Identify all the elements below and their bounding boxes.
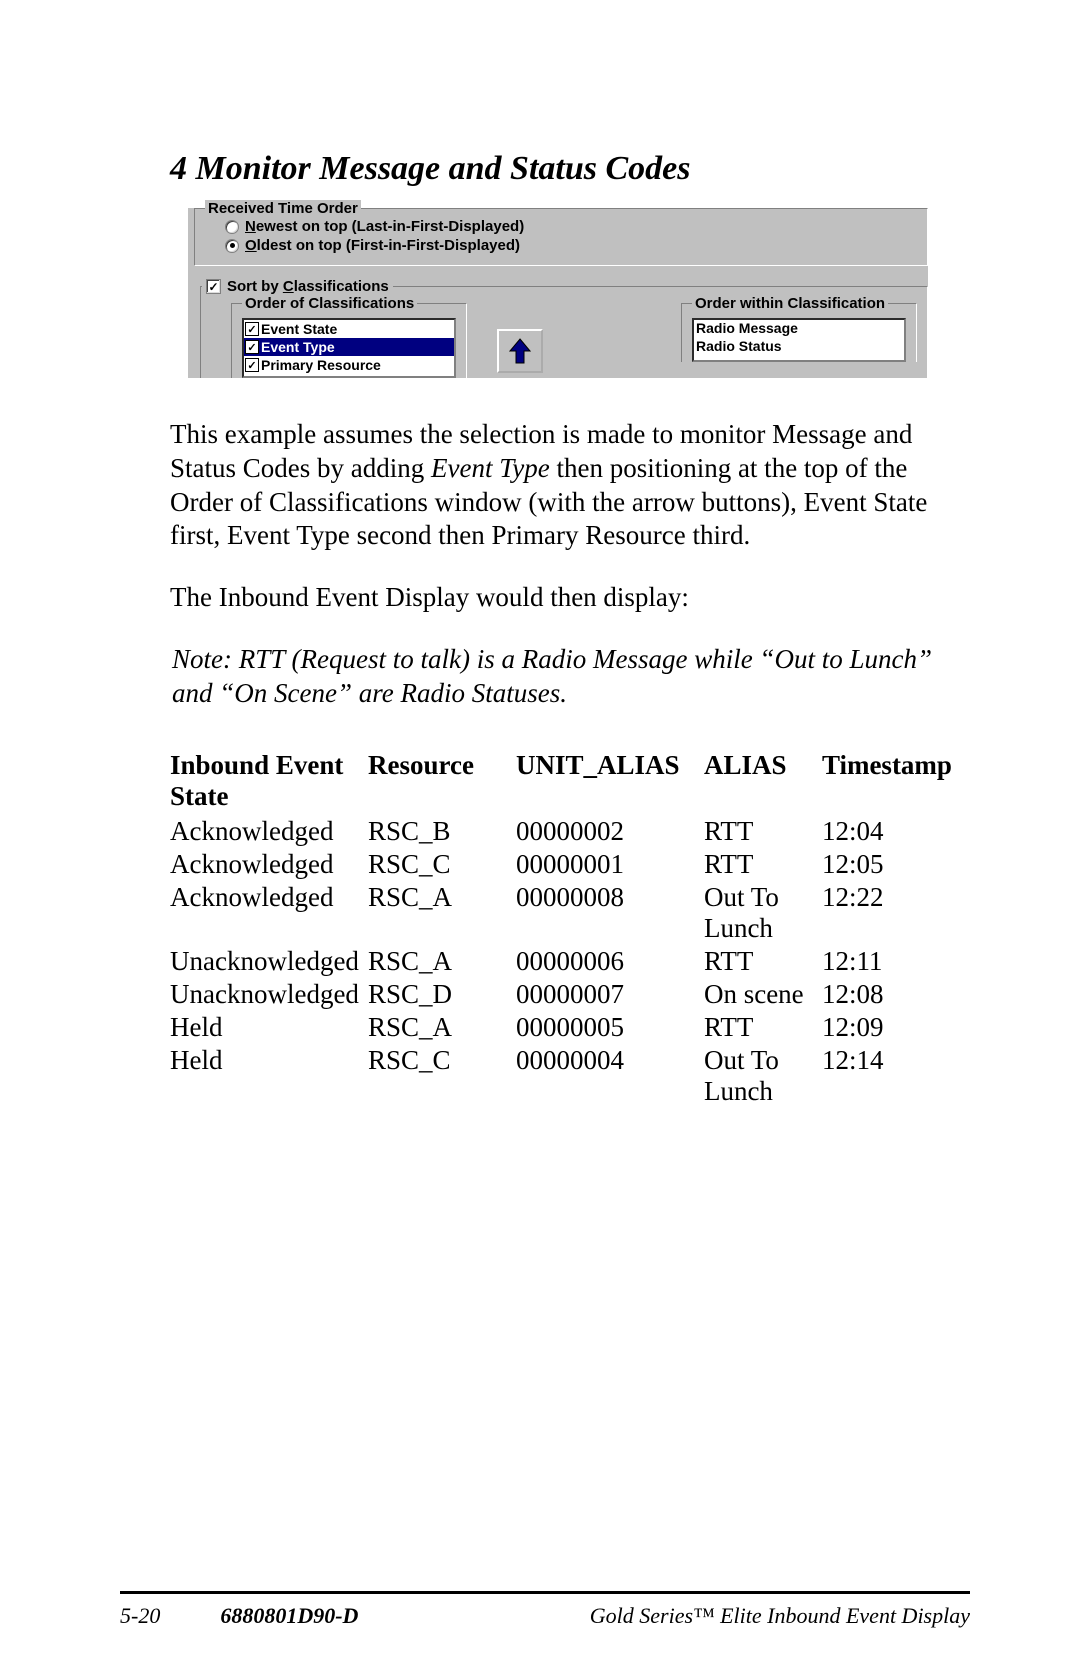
table-row: UnacknowledgedRSC_D00000007On scene12:08 xyxy=(170,979,960,1012)
table-cell: 12:11 xyxy=(822,946,960,979)
th-timestamp: Timestamp xyxy=(822,750,960,816)
doc-title: Gold Series™ Elite Inbound Event Display xyxy=(590,1603,970,1629)
table-row: HeldRSC_C00000004Out To Lunch12:14 xyxy=(170,1045,960,1109)
radio-icon xyxy=(225,220,239,234)
move-up-button[interactable] xyxy=(497,329,543,373)
table-row: AcknowledgedRSC_B00000002RTT12:04 xyxy=(170,816,960,849)
list-item[interactable]: Primary Resource xyxy=(244,356,454,374)
table-cell: 12:14 xyxy=(822,1045,960,1109)
table-cell: 00000008 xyxy=(516,882,704,946)
radio-icon xyxy=(225,239,239,253)
list-item[interactable]: Radio Message xyxy=(694,320,904,338)
table-cell: RSC_C xyxy=(368,849,516,882)
sort-by-classifications-checkbox[interactable]: Sort by Classifications xyxy=(202,278,393,295)
table-cell: RTT xyxy=(704,1012,822,1045)
table-cell: On scene xyxy=(704,979,822,1012)
note: Note: RTT (Request to talk) is a Radio M… xyxy=(172,643,960,711)
th-alias: ALIAS xyxy=(704,750,822,816)
table-cell: 00000001 xyxy=(516,849,704,882)
table-cell: RSC_A xyxy=(368,882,516,946)
order-within-classification-group: Order within Classification Radio Messag… xyxy=(681,303,917,362)
footer: 5-20 6880801D90-D Gold Series™ Elite Inb… xyxy=(120,1603,970,1629)
radio-label: Newest on top (Last-in-First-Displayed) xyxy=(245,218,524,235)
table-cell: 00000005 xyxy=(516,1012,704,1045)
received-time-order-title: Received Time Order xyxy=(205,200,361,217)
radio-label: Oldest on top (First-in-First-Displayed) xyxy=(245,237,520,254)
footer-rule xyxy=(120,1591,970,1594)
doc-number: 6880801D90-D xyxy=(220,1603,358,1629)
th-inbound-event-state: Inbound Event State xyxy=(170,750,368,816)
page: 4 Monitor Message and Status Codes Recei… xyxy=(0,0,1080,1669)
sort-by-classifications-group: Order of Classifications Event State Eve… xyxy=(200,286,928,378)
table-cell: Held xyxy=(170,1045,368,1109)
check-icon xyxy=(245,322,259,336)
table-cell: 00000007 xyxy=(516,979,704,1012)
page-number: 5-20 xyxy=(120,1603,160,1629)
list-item[interactable]: Event Type xyxy=(244,338,454,356)
table-cell: 12:22 xyxy=(822,882,960,946)
th-unit-alias: UNIT_ALIAS xyxy=(516,750,704,816)
list-item-label: Event Type xyxy=(261,339,335,355)
table-cell: 12:04 xyxy=(822,816,960,849)
list-item-label: Event State xyxy=(261,321,337,337)
radio-oldest-on-top[interactable]: Oldest on top (First-in-First-Displayed) xyxy=(225,236,915,255)
table-cell: RTT xyxy=(704,816,822,849)
table-cell: Held xyxy=(170,1012,368,1045)
table-cell: RTT xyxy=(704,849,822,882)
table-row: UnacknowledgedRSC_A00000006RTT12:11 xyxy=(170,946,960,979)
list-item[interactable]: Radio Status xyxy=(694,338,904,356)
table-cell: Out To Lunch xyxy=(704,882,822,946)
arrow-up-icon xyxy=(509,338,531,364)
table-header-row: Inbound Event State Resource UNIT_ALIAS … xyxy=(170,750,960,816)
table-row: HeldRSC_A00000005RTT12:09 xyxy=(170,1012,960,1045)
table-cell: Acknowledged xyxy=(170,816,368,849)
order-of-classifications-group: Order of Classifications Event State Eve… xyxy=(231,303,467,378)
paragraph: The Inbound Event Display would then dis… xyxy=(170,581,960,615)
check-icon xyxy=(245,340,259,354)
table-cell: RSC_C xyxy=(368,1045,516,1109)
th-resource: Resource xyxy=(368,750,516,816)
table-cell: RSC_D xyxy=(368,979,516,1012)
section-heading: 4 Monitor Message and Status Codes xyxy=(170,150,960,188)
table-cell: 12:08 xyxy=(822,979,960,1012)
table-cell: 00000004 xyxy=(516,1045,704,1109)
table-row: AcknowledgedRSC_A00000008Out To Lunch12:… xyxy=(170,882,960,946)
table-row: AcknowledgedRSC_C00000001RTT12:05 xyxy=(170,849,960,882)
table-cell: RSC_B xyxy=(368,816,516,849)
table-cell: RSC_A xyxy=(368,1012,516,1045)
table-cell: RSC_A xyxy=(368,946,516,979)
table-cell: 12:05 xyxy=(822,849,960,882)
table-cell: Out To Lunch xyxy=(704,1045,822,1109)
order-within-classification-title: Order within Classification xyxy=(692,295,888,312)
order-of-classifications-title: Order of Classifications xyxy=(242,295,417,312)
table-cell: 00000002 xyxy=(516,816,704,849)
paragraph: This example assumes the selection is ma… xyxy=(170,418,960,553)
event-table: Inbound Event State Resource UNIT_ALIAS … xyxy=(170,750,960,1109)
table-cell: Unacknowledged xyxy=(170,979,368,1012)
list-item[interactable]: Event State xyxy=(244,320,454,338)
table-cell: 00000006 xyxy=(516,946,704,979)
check-icon xyxy=(245,358,259,372)
within-classification-listbox[interactable]: Radio Message Radio Status xyxy=(692,318,906,362)
list-item-label: Primary Resource xyxy=(261,357,381,373)
received-time-order-group: Received Time Order Newest on top (Last-… xyxy=(194,208,928,266)
classifications-listbox[interactable]: Event State Event Type Primary Resource xyxy=(242,318,456,378)
checkbox-label: Sort by Classifications xyxy=(227,278,389,295)
table-cell: 12:09 xyxy=(822,1012,960,1045)
table-cell: RTT xyxy=(704,946,822,979)
radio-newest-on-top[interactable]: Newest on top (Last-in-First-Displayed) xyxy=(225,217,915,236)
table-cell: Acknowledged xyxy=(170,849,368,882)
table-cell: Acknowledged xyxy=(170,882,368,946)
table-cell: Unacknowledged xyxy=(170,946,368,979)
config-dialog: Received Time Order Newest on top (Last-… xyxy=(188,208,928,378)
checkbox-icon xyxy=(206,279,221,294)
